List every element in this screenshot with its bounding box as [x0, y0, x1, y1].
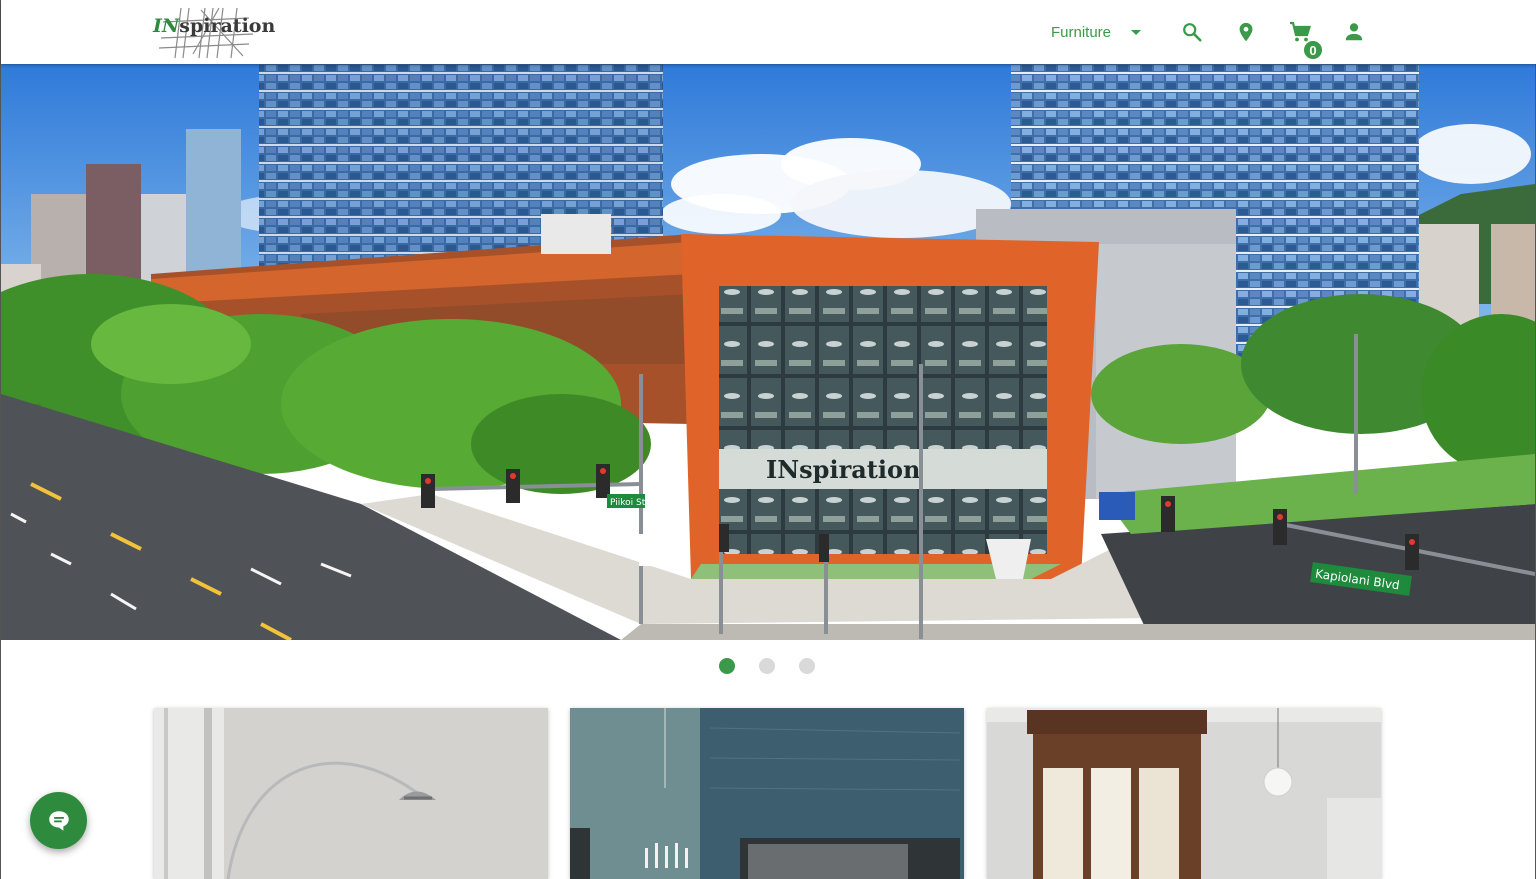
store-location-button[interactable] [1232, 18, 1260, 46]
site-header: INspiration Furniture 0 [1, 0, 1536, 64]
account-icon [1345, 23, 1363, 41]
carousel-dot-3[interactable] [799, 658, 815, 674]
chat-icon [48, 810, 69, 831]
carousel-dots [719, 658, 815, 674]
search-button[interactable] [1178, 18, 1206, 46]
category-select[interactable]: Furniture [1051, 18, 1142, 46]
carousel-dot-1[interactable] [719, 658, 735, 674]
site-logo[interactable]: INspiration [153, 4, 275, 60]
cart-count-badge: 0 [1303, 40, 1323, 60]
card-image-bedroom [570, 708, 964, 879]
category-card-1[interactable] [154, 708, 548, 879]
hero-carousel-slide[interactable]: INspiration Piikoi St Kapiolani Blvd [1, 64, 1535, 640]
carousel-dot-2[interactable] [759, 658, 775, 674]
page: INspiration Furniture 0 INspiration Piik… [0, 0, 1536, 879]
storefront-sign-text: INspiration [766, 455, 920, 484]
chevron-down-icon [1131, 29, 1142, 35]
hero-store-image: INspiration Piikoi St Kapiolani Blvd [1, 64, 1535, 640]
category-card-3[interactable] [987, 708, 1381, 879]
account-button[interactable] [1340, 18, 1368, 46]
location-icon [1239, 22, 1253, 42]
search-icon [1183, 23, 1202, 42]
chat-button[interactable] [30, 792, 87, 849]
card-image-bay-window [987, 708, 1381, 879]
category-select-label: Furniture [1051, 23, 1112, 41]
card-image-floor-lamp [154, 708, 548, 879]
category-card-2[interactable] [570, 708, 964, 879]
street-sign-piikoi-text: Piikoi St [610, 498, 646, 508]
